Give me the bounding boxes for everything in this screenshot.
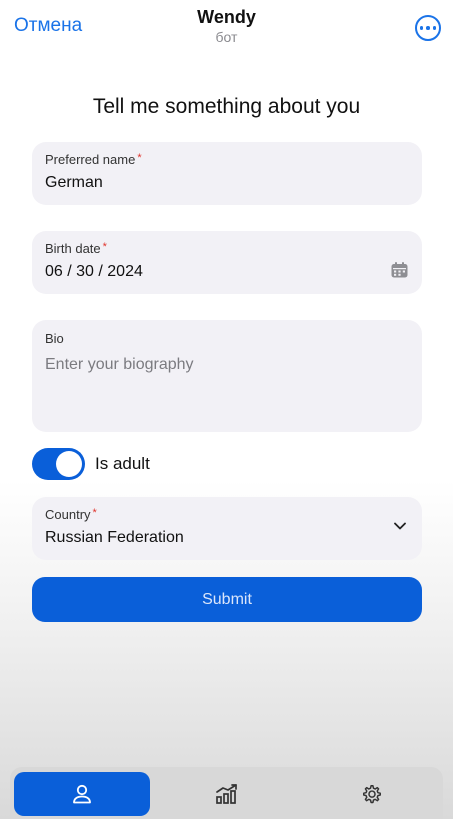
form-title: Tell me something about you [92,95,361,118]
chart-icon [216,784,237,804]
chat-title: Wendy [197,7,256,27]
preferred-name-label: Preferred name * [45,152,142,167]
required-mark: * [102,241,107,253]
required-mark: * [92,507,97,519]
ellipsis-dot [419,26,424,30]
bio-placeholder[interactable]: Enter your biography [45,356,194,374]
bio-field[interactable]: Bio Enter your biography [32,320,422,432]
required-mark: * [137,152,142,164]
is-adult-row: Is adult [32,448,150,480]
country-value[interactable]: Russian Federation [45,529,184,547]
toggle-knob [56,451,82,477]
ellipsis-dot [432,26,437,30]
header-title-block: Wendy бот [0,7,453,45]
tab-settings[interactable] [304,772,439,816]
tab-profile[interactable] [14,772,150,816]
header-bar: Отмена Wendy бот [0,0,453,60]
chevron-down-icon[interactable] [394,522,406,530]
is-adult-toggle[interactable] [32,448,85,480]
preferred-name-field[interactable]: Preferred name * German [32,142,422,205]
birth-date-input[interactable]: 06 / 30 / 2024 [45,263,143,281]
calendar-icon[interactable] [391,262,408,278]
tab-stats[interactable] [160,772,294,816]
gear-icon [362,785,381,804]
ellipsis-dot [426,26,430,30]
submit-button[interactable]: Submit [32,577,422,622]
bio-label: Bio [45,331,64,346]
is-adult-label: Is adult [95,454,150,473]
birth-date-field[interactable]: Birth date * 06 / 30 / 2024 [32,231,422,294]
user-icon [73,784,91,804]
country-label: Country * [45,507,97,522]
chat-subtitle: бот [215,29,238,45]
more-options-button[interactable] [415,15,441,41]
country-select[interactable]: Country * Russian Federation [32,497,422,560]
bottom-tab-bar [10,767,443,819]
birth-date-label: Birth date * [45,241,107,256]
preferred-name-input[interactable]: German [45,174,103,192]
